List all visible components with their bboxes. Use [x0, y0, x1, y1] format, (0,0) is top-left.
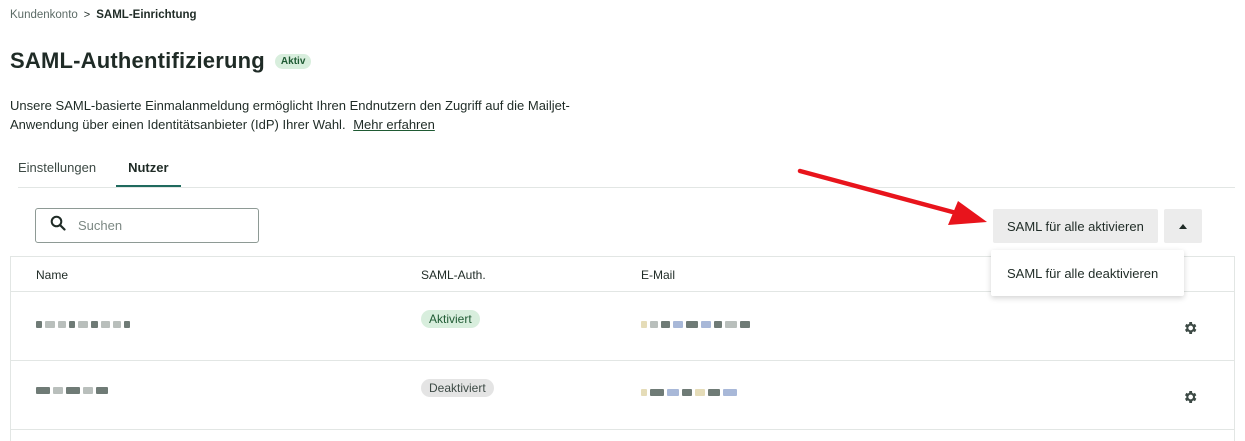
search-icon — [50, 215, 66, 236]
saml-split-button: SAML für alle aktivieren — [993, 209, 1202, 243]
dropdown-menu: SAML für alle deaktivieren — [991, 250, 1184, 296]
gear-icon[interactable] — [1182, 320, 1198, 341]
menu-item-disable-saml-all[interactable]: SAML für alle deaktivieren — [1007, 266, 1158, 281]
user-name-redacted — [36, 384, 108, 396]
gear-icon[interactable] — [1182, 389, 1198, 410]
user-email-redacted — [641, 318, 750, 330]
search-placeholder: Suchen — [78, 218, 123, 233]
column-header-name[interactable]: Name — [36, 268, 68, 282]
enable-saml-all-button[interactable]: SAML für alle aktivieren — [993, 209, 1158, 243]
title-row: SAML-Authentifizierung Aktiv — [10, 48, 312, 74]
status-badge: Aktiviert — [421, 310, 480, 328]
page-description: Unsere SAML-basierte Einmalanmeldung erm… — [10, 96, 570, 134]
tab-einstellungen[interactable]: Einstellungen — [18, 150, 96, 187]
saml-status-cell: Aktiviert — [421, 310, 480, 328]
tab-bar: Einstellungen Nutzer — [18, 150, 1235, 188]
breadcrumb-current: SAML-Einrichtung — [96, 9, 197, 21]
column-header-saml[interactable]: SAML-Auth. — [421, 268, 486, 282]
table-row[interactable]: Deaktiviert — [11, 361, 1234, 430]
user-name-redacted — [36, 318, 130, 330]
description-text: Unsere SAML-basierte Einmalanmeldung erm… — [10, 98, 570, 132]
user-email-redacted — [641, 386, 737, 398]
learn-more-link[interactable]: Mehr erfahren — [353, 117, 435, 132]
table-row[interactable]: Aktiviert — [11, 292, 1234, 361]
dropdown-toggle-button[interactable] — [1163, 209, 1202, 243]
breadcrumb-separator: > — [83, 9, 91, 21]
saml-status-cell: Deaktiviert — [421, 379, 494, 397]
breadcrumb-link-kundenkonto[interactable]: Kundenkonto — [10, 9, 78, 21]
page-title: SAML-Authentifizierung — [10, 48, 265, 73]
breadcrumb: Kundenkonto > SAML-Einrichtung — [10, 9, 197, 21]
column-header-email[interactable]: E-Mail — [641, 268, 675, 282]
status-badge: Deaktiviert — [421, 379, 494, 397]
tab-nutzer[interactable]: Nutzer — [116, 150, 181, 187]
triangle-up-icon — [1178, 223, 1187, 229]
search-input[interactable]: Suchen — [35, 208, 259, 243]
status-badge: Aktiv — [274, 53, 312, 69]
